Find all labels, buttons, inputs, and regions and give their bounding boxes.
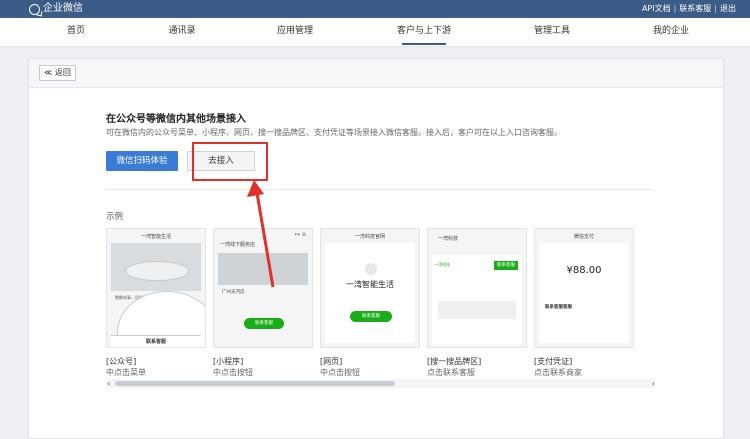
scan-qr-button[interactable]: 微信扫码体验: [106, 151, 178, 171]
content-panel: ≪ 返回 在公众号等微信内其他场景接入 可在微信内的公众号菜单、小程序、网页、搜…: [28, 58, 724, 439]
highlight-box: [192, 142, 268, 181]
example-label: 示例: [106, 212, 124, 222]
example-caption: [支付凭证]: [534, 357, 573, 366]
logo[interactable]: 企业微信: [29, 2, 83, 16]
example-caption: 中点击按钮: [213, 368, 253, 377]
card-body: [539, 243, 629, 343]
brand-icon: [365, 263, 377, 275]
top-links: API文档 | 联系客服 | 退出: [642, 3, 736, 15]
example-card-miniprogram: 一湾线下服务店 •• ⊙ 广州天河店 联系客服: [213, 228, 313, 348]
card-image: [111, 243, 201, 291]
examples-scrollbar[interactable]: ‹ ›: [106, 379, 656, 388]
page-title: 在公众号等微信内其他场景接入: [106, 114, 246, 125]
example-caption: [网页]: [320, 357, 343, 366]
more-icon: •• ⊙: [294, 232, 306, 238]
card-menu-item: 联系客服: [111, 335, 201, 347]
card-title: 一湾线下服务店: [220, 242, 256, 248]
page-description: 可在微信内的公众号菜单、小程序、网页、搜一搜品牌区、支付凭证等场景接入微信客服。…: [106, 128, 562, 137]
card-subtext: 一湾智能生活: [346, 280, 394, 289]
example-card-webpage: 一湾科技官网 一湾智能生活 联系客服: [320, 228, 420, 348]
nav-my-company[interactable]: 我的企业: [616, 18, 726, 46]
divider: |: [673, 4, 677, 13]
main-nav: 首页 通讯录 应用管理 客户与上下游 管理工具 我的企业: [0, 18, 750, 47]
sub-toolbar: ≪ 返回: [29, 59, 723, 88]
nav-contacts[interactable]: 通讯录: [127, 18, 237, 46]
card-block: [438, 301, 516, 319]
logout-link[interactable]: 退出: [720, 3, 736, 15]
back-button[interactable]: ≪ 返回: [39, 65, 76, 81]
example-caption: 点击联系客服: [427, 368, 475, 377]
card-body: [325, 243, 415, 343]
example-caption: 点击联系商家: [534, 368, 582, 377]
logo-text: 企业微信: [43, 3, 83, 14]
example-caption: [小程序]: [213, 357, 244, 366]
scrollbar-thumb[interactable]: [115, 381, 395, 386]
api-docs-link[interactable]: API文档: [642, 3, 671, 15]
example-card-search-brand: 一湾科技 一湾科技 联系客服: [427, 228, 527, 348]
example-caption: [搜一搜品牌区]: [427, 357, 482, 366]
nav-app-management[interactable]: 应用管理: [240, 18, 350, 46]
example-card-official-account: 一湾智能生活 鹏鹏有事，用科技温暖生活 联系客服: [106, 228, 206, 348]
nav-customers[interactable]: 客户与上下游: [369, 18, 479, 46]
card-image: [218, 253, 308, 285]
nav-home[interactable]: 首页: [21, 18, 131, 46]
card-subtext: ¥88.00: [566, 265, 602, 276]
top-bar: 企业微信 API文档 | 联系客服 | 退出: [0, 0, 750, 18]
example-caption: [公众号]: [106, 357, 137, 366]
card-contact-button: 联系客服: [494, 261, 518, 270]
divider: |: [714, 4, 717, 13]
example-card-payment: 微信支付 ¥88.00 联系客服客服: [534, 228, 634, 348]
contact-support-link[interactable]: 联系客服: [679, 3, 711, 15]
example-caption: 中点击菜单: [106, 368, 146, 377]
card-contact-button: 联系客服: [350, 311, 392, 322]
scroll-left-icon[interactable]: ‹: [107, 379, 110, 388]
card-title: 一湾科技: [438, 236, 459, 242]
card-subtext: 一湾科技: [434, 262, 450, 267]
nav-tools[interactable]: 管理工具: [497, 18, 607, 46]
example-caption: 中点击按钮: [320, 368, 360, 377]
card-subtext: 广州天河店: [222, 290, 245, 295]
card-contact-button: 联系客服: [244, 318, 284, 329]
scroll-right-icon[interactable]: ›: [652, 379, 655, 388]
divider: [106, 189, 652, 190]
card-title: 一湾智能生活: [140, 234, 171, 240]
card-contact-row: 联系客服客服: [545, 305, 572, 310]
card-title: 一湾科技官网: [354, 234, 385, 240]
wecom-logo-icon: [29, 3, 40, 15]
card-title: 微信支付: [573, 234, 594, 240]
